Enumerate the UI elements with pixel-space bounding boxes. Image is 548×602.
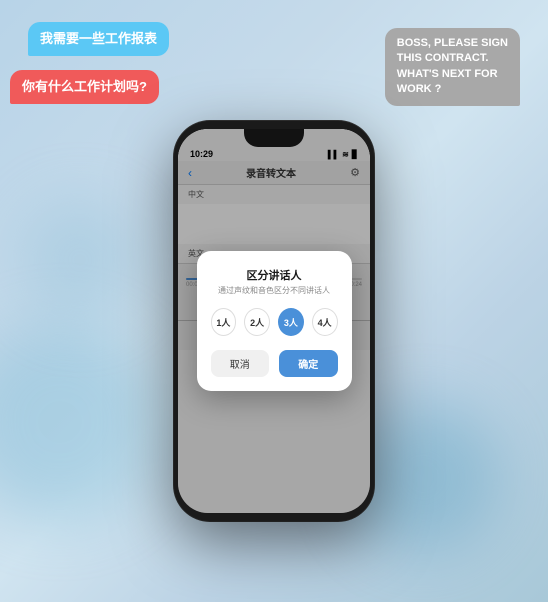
speaker-modal: 区分讲话人 通过声纹和音色区分不同讲话人 1人 2人 3人 4人 取消 确定 [197, 251, 352, 391]
confirm-button[interactable]: 确定 [279, 350, 338, 377]
speech-bubble-left-1: 我需要一些工作报表 [28, 22, 169, 56]
cancel-button[interactable]: 取消 [211, 350, 270, 377]
phone-body: 10:29 ▌▌ ≋ ▊ ‹ 录音转文本 ⚙ 中文 英文 [174, 121, 374, 521]
modal-overlay: 区分讲话人 通过声纹和音色区分不同讲话人 1人 2人 3人 4人 取消 确定 [178, 129, 370, 513]
speaker-options: 1人 2人 3人 4人 [211, 308, 338, 336]
modal-actions: 取消 确定 [211, 350, 338, 377]
modal-title: 区分讲话人 [211, 267, 338, 283]
speaker-option-3[interactable]: 3人 [278, 308, 304, 336]
speaker-option-2[interactable]: 2人 [244, 308, 270, 336]
bg-decoration-3 [20, 200, 140, 320]
speaker-option-1[interactable]: 1人 [211, 308, 237, 336]
modal-subtitle: 通过声纹和音色区分不同讲话人 [211, 285, 338, 296]
speech-bubble-right: BOSS, PLEASE SIGN THIS CONTRACT. WHAT'S … [385, 28, 520, 106]
bg-decoration-1 [0, 322, 160, 522]
phone-screen: 10:29 ▌▌ ≋ ▊ ‹ 录音转文本 ⚙ 中文 英文 [178, 129, 370, 513]
speech-bubble-left-2: 你有什么工作计划吗? [10, 70, 159, 104]
phone-device: 10:29 ▌▌ ≋ ▊ ‹ 录音转文本 ⚙ 中文 英文 [174, 121, 374, 521]
speaker-option-4[interactable]: 4人 [312, 308, 338, 336]
